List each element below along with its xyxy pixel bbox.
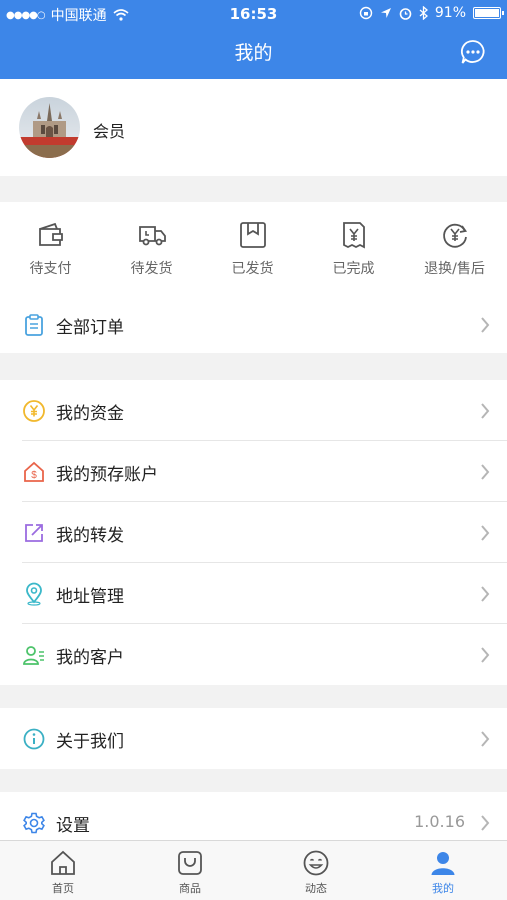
order-status-label: 待支付 bbox=[29, 261, 72, 277]
all-orders-label: 全部订单 bbox=[56, 318, 124, 338]
my-shares-row[interactable]: 我的转发 bbox=[0, 502, 507, 563]
chevron-right-icon bbox=[481, 647, 490, 663]
chevron-right-icon bbox=[481, 403, 490, 419]
address-management-row[interactable]: 地址管理 bbox=[0, 563, 507, 624]
order-status-label: 已发货 bbox=[231, 261, 274, 277]
order-status-completed[interactable]: 已完成 bbox=[303, 202, 404, 294]
tab-label: 动态 bbox=[305, 882, 327, 895]
tab-label: 商品 bbox=[179, 882, 201, 895]
address-management-label: 地址管理 bbox=[56, 587, 124, 607]
location-pin-icon bbox=[26, 582, 42, 606]
contacts-icon bbox=[23, 646, 44, 665]
share-icon bbox=[25, 524, 43, 542]
truck-icon bbox=[139, 226, 166, 246]
order-status-label: 待发货 bbox=[130, 261, 173, 277]
home-icon bbox=[51, 850, 75, 875]
chevron-right-icon bbox=[481, 731, 490, 747]
bottom-tab-bar: 首页 商品 动态 我的 bbox=[0, 840, 507, 900]
about-us-row[interactable]: 关于我们 bbox=[0, 708, 507, 769]
my-customers-row[interactable]: 我的客户 bbox=[0, 624, 507, 685]
tab-mine[interactable]: 我的 bbox=[380, 841, 506, 900]
wallet-icon bbox=[39, 222, 63, 246]
tab-feed[interactable]: 动态 bbox=[253, 841, 379, 900]
order-status-after-sales[interactable]: 退换/售后 bbox=[404, 202, 505, 294]
settings-label: 设置 bbox=[56, 816, 90, 836]
house-dollar-icon: $ bbox=[24, 461, 44, 482]
chevron-right-icon bbox=[481, 464, 490, 480]
battery-percent: 91% bbox=[434, 5, 466, 21]
my-shares-label: 我的转发 bbox=[56, 526, 124, 546]
tab-label: 首页 bbox=[52, 882, 74, 895]
chevron-right-icon bbox=[481, 525, 490, 541]
order-status-shipped[interactable]: 已发货 bbox=[202, 202, 303, 294]
profile-name: 会员 bbox=[93, 122, 126, 141]
chevron-right-icon bbox=[481, 586, 490, 602]
chevron-right-icon bbox=[481, 815, 490, 831]
clipboard-icon bbox=[25, 314, 43, 336]
svg-text:$: $ bbox=[31, 470, 37, 481]
alarm-icon bbox=[399, 7, 412, 20]
avatar[interactable] bbox=[19, 97, 80, 158]
tab-products[interactable]: 商品 bbox=[127, 841, 253, 900]
lock-rotation-icon bbox=[359, 6, 373, 20]
user-icon bbox=[431, 852, 455, 875]
smiley-icon bbox=[303, 850, 329, 876]
order-status-label: 已完成 bbox=[332, 261, 375, 277]
order-status-to-ship[interactable]: 待发货 bbox=[101, 202, 202, 294]
tab-label: 我的 bbox=[432, 882, 454, 895]
app-version: 1.0.16 bbox=[414, 812, 465, 831]
orders-section: 待支付 待发货 已发货 已完成 退换/售后 全部订单 bbox=[0, 202, 507, 353]
receipt-icon bbox=[343, 222, 365, 249]
profile-card[interactable]: 会员 bbox=[0, 79, 507, 176]
tab-home[interactable]: 首页 bbox=[0, 841, 126, 900]
refund-icon bbox=[443, 223, 468, 248]
about-us-label: 关于我们 bbox=[56, 732, 124, 752]
location-icon bbox=[380, 8, 391, 18]
all-orders-row[interactable]: 全部订单 bbox=[0, 294, 507, 353]
my-funds-label: 我的资金 bbox=[56, 404, 124, 424]
battery-icon bbox=[473, 7, 504, 19]
info-icon bbox=[23, 728, 45, 750]
gear-icon bbox=[23, 812, 45, 834]
my-funds-row[interactable]: 我的资金 bbox=[0, 380, 507, 441]
status-bar: ●●●●○ 中国联通 16:53 91% bbox=[0, 0, 507, 28]
my-customers-label: 我的客户 bbox=[56, 648, 124, 668]
message-icon[interactable] bbox=[459, 38, 487, 66]
shopping-bag-icon bbox=[178, 851, 202, 875]
prepaid-account-label: 我的预存账户 bbox=[56, 465, 158, 485]
prepaid-account-row[interactable]: $ 我的预存账户 bbox=[0, 441, 507, 502]
order-status-label: 退换/售后 bbox=[424, 261, 485, 277]
package-icon bbox=[240, 222, 266, 248]
order-status-pending-payment[interactable]: 待支付 bbox=[0, 202, 101, 294]
bluetooth-icon bbox=[419, 6, 428, 20]
chevron-right-icon bbox=[481, 317, 490, 333]
page-title: 我的 bbox=[234, 42, 273, 64]
coin-icon bbox=[23, 400, 45, 422]
app-header: ●●●●○ 中国联通 16:53 91% 我的 bbox=[0, 0, 507, 79]
